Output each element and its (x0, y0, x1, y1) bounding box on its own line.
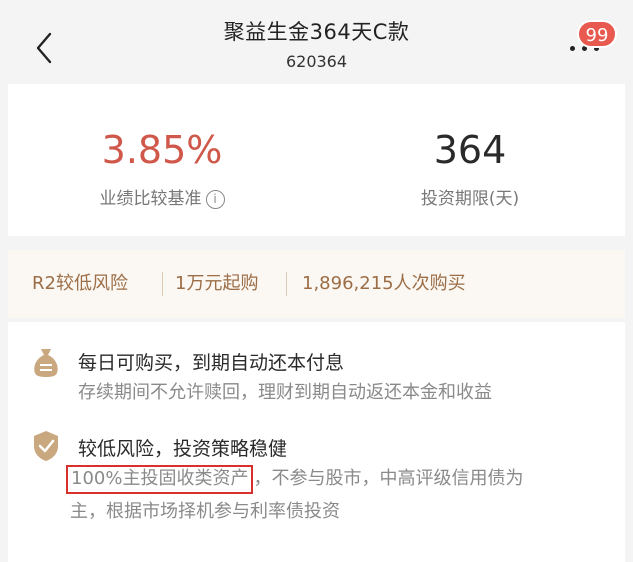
more-dots-icon (570, 46, 575, 51)
feature-1-title: 每日可购买，到期自动还本付息 (78, 352, 345, 374)
highlighted-text: 100%主投固收类资产 (66, 465, 254, 494)
features-card: 每日可购买，到期自动还本付息 存续期间不允许赎回，理财到期自动返还本金和收益 较… (8, 322, 625, 562)
nav-bar: 聚益生金364天C款 620364 99 (0, 0, 633, 84)
term-label: 投资期限(天) (420, 189, 520, 209)
min-purchase-tag: 1万元起购 (175, 273, 259, 294)
feature-2-desc: 100%主投固收类资产 ，不参与股市，中高评级信用债为 主，根据市场择机参与利率债… (66, 462, 622, 528)
money-bag-icon (34, 349, 58, 377)
page-title: 聚益生金364天C款 (223, 20, 410, 44)
term-stat: 364 投资期限(天) (316, 128, 624, 209)
purchase-count-tag: 1,896,215人次购买 (302, 273, 466, 294)
shield-check-icon (34, 431, 58, 461)
divider (286, 272, 287, 296)
rate-value: 3.85% (101, 128, 223, 172)
feature-1-desc: 存续期间不允许赎回，理财到期自动返还本金和收益 (78, 382, 492, 403)
divider (162, 272, 163, 296)
feature-2-desc-line2: 主，根据市场择机参与利率债投资 (70, 501, 340, 522)
rate-label-row: 业绩比较基准 i (8, 184, 316, 209)
info-icon[interactable]: i (205, 189, 225, 209)
feature-2-title: 较低风险，投资策略稳健 (78, 438, 288, 460)
feature-2-desc-line1: ，不参与股市，中高评级信用债为 (253, 468, 524, 489)
product-code: 620364 (285, 52, 348, 71)
notification-badge[interactable]: 99 (577, 20, 617, 48)
risk-level-tag: R2较低风险 (32, 273, 128, 294)
rate-stat: 3.85% 业绩比较基准 i (8, 128, 316, 209)
stats-card: 3.85% 业绩比较基准 i 364 投资期限(天) (8, 84, 625, 236)
rate-label: 业绩比较基准 (99, 189, 202, 209)
tags-bar: R2较低风险 1万元起购 1,896,215人次购买 (8, 250, 625, 318)
term-value: 364 (433, 128, 507, 172)
